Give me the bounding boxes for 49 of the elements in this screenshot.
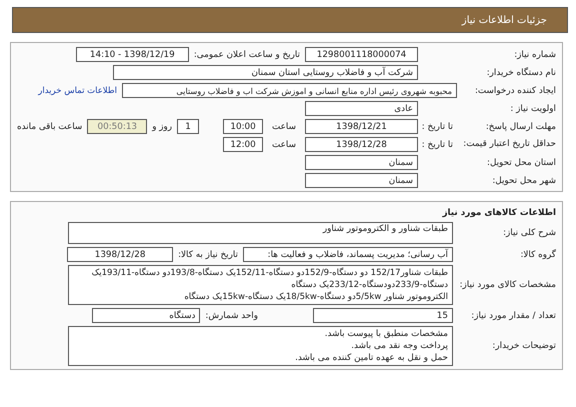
field-label: ایجاد کننده درخواست: [474, 86, 556, 96]
field-label: تا تاریخ : [423, 122, 453, 132]
field-label: شرح کلی نیاز: [502, 228, 556, 238]
unit-field: دستگاه [92, 308, 200, 323]
field-label: حداقل تاریخ اعتبار قیمت: [462, 139, 556, 150]
field-label: نام دستگاه خریدار: [486, 68, 556, 78]
field-label: تعداد / مقدار مورد نیاز: [470, 310, 556, 320]
buyer-org-field: شرکت آب و فاضلاب روستایی استان سمنان [113, 65, 418, 80]
field-label: ساعت باقی مانده [16, 122, 82, 132]
quantity-field: 15 [313, 308, 453, 323]
field-label: تاریخ و ساعت اعلان عمومی: [194, 50, 300, 60]
spec-line: طبقات شناور152/17 دو دستگاه-152/9دو دستگاه-152/11یک دستگاه-193/8دو دستگاه-193/11یک [90, 267, 448, 279]
spec-line: الکتروموتور شناور 5/5kwدو دستگاه-18/5kwیک دستگاه-15kwیک دستگاه [183, 291, 448, 303]
days-field: 1 [177, 119, 200, 134]
city-field: سمنان [305, 173, 418, 188]
field-label: گروه کالا: [519, 250, 556, 260]
countdown-field: 00:50:13 [87, 119, 148, 134]
need-date-field: 1398/12/28 [67, 247, 174, 262]
field-label: تا تاریخ : [423, 140, 453, 150]
time-field: 12:00 [223, 137, 264, 152]
announce-date-field: 1398/12/19 - 14:10 [76, 47, 189, 62]
page-header: جزئیات اطلاعات نیاز [12, 7, 568, 33]
spec-line: دستگاه-233/9دودستگاه-233/12یک دستگاه [290, 279, 448, 291]
field-label: تاریخ نیاز به کالا: [178, 250, 238, 260]
field-label: توضیحات خریدار: [491, 341, 556, 351]
field-label: مهلت ارسال پاسخ: [484, 122, 556, 132]
field-label: روز و [152, 122, 172, 132]
buyer-contact-link[interactable]: اطلاعات تماس خریدار [38, 86, 117, 96]
field-label: شماره نیاز: [513, 50, 556, 60]
field-label: مشخصات کالای مورد نیاز: [458, 280, 556, 290]
need-number-field: 1298001118000074 [305, 47, 418, 62]
priority-field: عادی [305, 101, 418, 116]
field-label: شهر محل تحویل: [491, 176, 556, 186]
field-label: استان محل تحویل: [486, 158, 556, 168]
description-box: طبقات شناور و الکتروموتور شناور [68, 222, 453, 244]
date-field: 1398/12/21 [305, 119, 418, 134]
date-field: 1398/12/28 [305, 137, 418, 152]
field-label: ساعت [272, 122, 296, 132]
time-field: 10:00 [223, 119, 264, 134]
province-field: سمنان [305, 155, 418, 170]
note-line: حمل و نقل به عهده تامین کننده می باشد. [294, 352, 448, 364]
section-title: اطلاعات کالاهای مورد نیاز [442, 207, 556, 219]
requester-field: محبوبه شهروی رئیس اداره منابع انسانی و اموزش شرکت اب و فاضلاب روستایی [122, 83, 457, 98]
goods-group-field: آب رسانی؛ مدیریت پسماند، فاضلاب و فعالیت ها: [243, 247, 453, 262]
field-label: اولویت نیاز : [509, 104, 556, 114]
note-line: مشخصات منطبق با پیوست باشد. [324, 328, 448, 340]
field-label: واحد شمارش: [205, 310, 258, 320]
note-line: پرداخت وجه نقد می باشد. [350, 340, 448, 352]
field-label: ساعت [272, 140, 296, 150]
